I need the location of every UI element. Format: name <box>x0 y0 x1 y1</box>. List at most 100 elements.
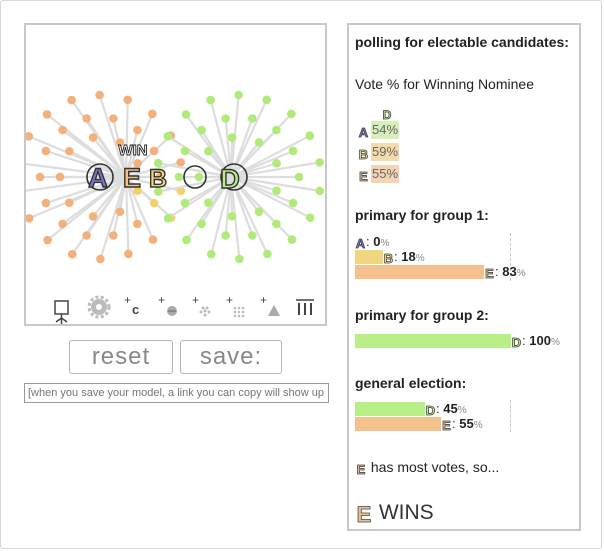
voter-dot[interactable] <box>176 158 185 167</box>
candidate-b-icon: B <box>383 249 394 266</box>
voter-dot[interactable] <box>206 95 215 105</box>
voter-dot[interactable] <box>272 125 281 135</box>
add-triangle-icon[interactable]: + <box>256 291 286 324</box>
voter-dot[interactable] <box>65 146 74 156</box>
voter-dot[interactable] <box>182 235 191 245</box>
voter-dot[interactable] <box>288 198 298 208</box>
voter-dot[interactable] <box>26 132 34 141</box>
poll-value: 54% <box>371 121 399 139</box>
voter-dot[interactable] <box>180 198 190 208</box>
voter-dot[interactable] <box>234 90 243 100</box>
voter-dot[interactable] <box>197 219 206 229</box>
simulation-canvas[interactable]: A E B D WIN + c + + + + <box>24 23 327 326</box>
voter-dot[interactable] <box>272 219 281 229</box>
add-candidate-icon[interactable]: + c <box>120 291 150 324</box>
add-voter-icon[interactable]: + <box>154 291 184 324</box>
gear-icon[interactable] <box>84 291 114 324</box>
voter-dot[interactable] <box>67 95 76 105</box>
voter-dot[interactable] <box>221 231 230 240</box>
voter-dot[interactable] <box>221 114 230 123</box>
voter-network[interactable]: A E B D WIN <box>26 25 325 324</box>
voter-dot[interactable] <box>88 133 98 142</box>
voter-dot[interactable] <box>149 146 159 156</box>
candidate-b-marker[interactable]: B <box>148 164 167 193</box>
voter-dot[interactable] <box>197 125 206 135</box>
voter-dot[interactable] <box>288 146 298 156</box>
voter-dot[interactable] <box>41 198 51 208</box>
voter-dot[interactable] <box>248 231 257 240</box>
voter-dot[interactable] <box>263 249 272 259</box>
reset-button[interactable]: reset <box>69 340 173 374</box>
voter-dot[interactable] <box>35 172 45 182</box>
voter-dot[interactable] <box>163 214 173 223</box>
voter-dot[interactable] <box>254 207 264 216</box>
voter-dot[interactable] <box>95 90 104 100</box>
voter-dot[interactable] <box>174 172 184 182</box>
voter-dot[interactable] <box>248 114 257 123</box>
voter-dot[interactable] <box>180 146 190 156</box>
most-votes-text: has most votes, so... <box>370 459 500 475</box>
candidate-a-icon: A <box>357 122 370 140</box>
save-button[interactable]: save: <box>180 340 282 374</box>
voter-dot[interactable] <box>204 146 213 156</box>
voter-dot[interactable] <box>58 125 67 135</box>
voter-dot[interactable] <box>262 95 271 105</box>
winner-text: WINS <box>378 501 434 524</box>
svg-text:D: D <box>512 335 521 349</box>
candidate-e-icon: E <box>357 166 370 184</box>
voter-dot[interactable] <box>287 109 296 119</box>
svg-text:B: B <box>384 251 393 265</box>
voter-dot[interactable] <box>163 132 173 141</box>
voter-dot[interactable] <box>58 219 67 229</box>
voter-dot[interactable] <box>123 95 132 105</box>
voter-dot[interactable] <box>109 114 118 123</box>
voter-dot[interactable] <box>42 110 52 119</box>
voter-dot[interactable] <box>88 212 98 221</box>
voter-dot[interactable] <box>305 131 315 140</box>
voter-dot[interactable] <box>287 235 297 244</box>
voter-dot[interactable] <box>315 158 324 167</box>
voter-dot[interactable] <box>235 254 244 264</box>
svg-text:E: E <box>357 462 366 476</box>
voter-dot[interactable] <box>148 235 158 244</box>
vote-value: 18 <box>401 249 416 264</box>
voter-dot[interactable] <box>204 198 213 207</box>
voter-dot[interactable] <box>207 249 216 259</box>
voter-dot[interactable] <box>149 198 159 208</box>
voter-dot[interactable] <box>124 249 133 259</box>
voter-dot[interactable] <box>254 138 264 147</box>
voter-dot[interactable] <box>227 133 237 142</box>
voter-dot[interactable] <box>181 110 191 119</box>
voter-dot[interactable] <box>55 172 65 182</box>
voter-dot[interactable] <box>65 198 74 207</box>
voter-dot[interactable] <box>68 249 77 259</box>
voter-dot[interactable] <box>133 125 142 135</box>
voter-dot[interactable] <box>133 219 142 229</box>
voter-dot[interactable] <box>115 207 125 216</box>
voter-dot[interactable] <box>82 114 91 123</box>
voter-dot[interactable] <box>272 186 281 196</box>
voter-dot[interactable] <box>41 146 51 156</box>
voter-dot[interactable] <box>96 254 105 264</box>
voter-dot[interactable] <box>148 109 157 119</box>
voter-tool-icon[interactable] <box>46 291 76 324</box>
save-link-field[interactable] <box>24 383 329 403</box>
voter-dot[interactable] <box>272 159 281 168</box>
add-grid-icon[interactable]: + <box>222 291 252 324</box>
add-crowd-icon[interactable]: + <box>188 291 218 324</box>
voter-dot[interactable] <box>305 213 315 222</box>
voter-dot[interactable] <box>194 172 204 182</box>
voter-dot[interactable] <box>43 235 52 245</box>
bars-icon[interactable] <box>290 291 320 324</box>
general-election-title: general election: <box>355 375 467 391</box>
voter-dot[interactable] <box>294 172 304 182</box>
candidate-e-marker[interactable]: E <box>122 162 141 193</box>
voter-dot[interactable] <box>315 186 325 196</box>
voter-dot[interactable] <box>227 212 237 221</box>
candidate-a-marker[interactable]: A <box>88 162 109 193</box>
candidate-d-marker[interactable]: D <box>220 163 241 194</box>
voter-dot[interactable] <box>26 214 34 223</box>
poll-value: 59% <box>371 143 399 161</box>
voter-dot[interactable] <box>109 231 118 240</box>
voter-dot[interactable] <box>82 231 91 240</box>
